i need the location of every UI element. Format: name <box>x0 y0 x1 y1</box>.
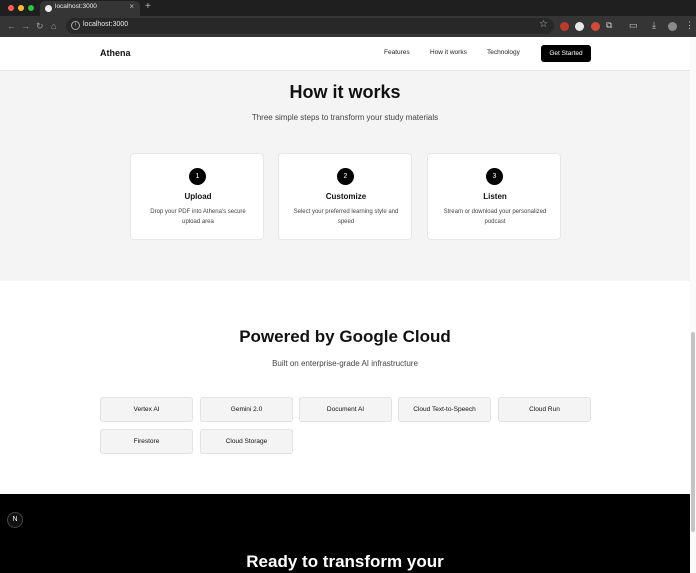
home-icon[interactable]: ⌂ <box>51 21 56 31</box>
step-description: Select your preferred learning style and… <box>293 209 399 225</box>
step-description: Drop your PDF into Athena's secure uploa… <box>150 209 246 225</box>
forward-icon[interactable]: → <box>21 21 30 31</box>
tech-chip-cloud-storage: Cloud Storage <box>200 429 293 454</box>
site-navbar: Athena Features How it works Technology … <box>0 37 690 71</box>
step-title: Customize <box>325 192 367 201</box>
step-number-badge: 2 <box>337 168 354 185</box>
tech-chip-vertex-ai: Vertex AI <box>100 397 193 422</box>
step-card-upload: 1 Upload Drop your PDF into Athena's sec… <box>130 153 264 240</box>
maximize-window-button[interactable] <box>28 5 34 11</box>
close-tab-icon[interactable]: × <box>129 2 134 11</box>
technology-section: Powered by Google Cloud Built on enterpr… <box>0 281 690 494</box>
minimize-window-button[interactable] <box>18 5 24 11</box>
bookmark-star-icon[interactable]: ☆ <box>539 19 548 30</box>
site-info-icon[interactable]: i <box>71 21 80 30</box>
side-panel-icon[interactable]: ▭ <box>629 20 638 31</box>
how-it-works-title: How it works <box>289 82 401 102</box>
browser-menu-icon[interactable]: ⋮ <box>685 20 694 31</box>
step-card-customize: 2 Customize Select your preferred learni… <box>278 153 412 240</box>
tech-chip-gemini: Gemini 2.0 <box>200 397 293 422</box>
step-number-badge: 1 <box>189 168 206 185</box>
browser-tab-bar: localhost:3000 × + <box>0 0 696 16</box>
get-started-button[interactable]: Get Started <box>541 45 591 62</box>
tech-chip-firestore: Firestore <box>100 429 193 454</box>
extension-icon[interactable] <box>560 22 569 31</box>
tech-chip-text-to-speech: Cloud Text-to-Speech <box>398 397 491 422</box>
technology-subtitle: Built on enterprise-grade AI infrastruct… <box>272 359 418 368</box>
step-number-badge: 3 <box>486 168 503 185</box>
reload-icon[interactable]: ↻ <box>36 21 44 32</box>
page-scrollbar[interactable] <box>690 37 696 573</box>
download-icon[interactable]: ⤓ <box>652 20 656 31</box>
step-title: Listen <box>483 192 507 201</box>
cta-section: Ready to transform your <box>0 494 690 573</box>
address-bar[interactable]: i localhost:3000 ☆ <box>66 18 554 34</box>
browser-tab[interactable]: localhost:3000 × <box>40 1 140 16</box>
extension-icon[interactable] <box>591 22 600 31</box>
step-card-listen: 3 Listen Stream or download your persona… <box>427 153 561 240</box>
tech-chip-document-ai: Document AI <box>299 397 392 422</box>
step-title: Upload <box>184 192 212 201</box>
back-icon[interactable]: ← <box>7 21 16 31</box>
how-it-works-subtitle: Three simple steps to transform your stu… <box>251 113 439 122</box>
technology-title: Powered by Google Cloud <box>239 327 451 346</box>
web-page: Athena Features How it works Technology … <box>0 37 690 573</box>
profile-avatar-icon[interactable] <box>668 22 677 31</box>
extensions-puzzle-icon[interactable]: ⧉ <box>606 20 612 31</box>
brand-logo[interactable]: Athena <box>100 48 131 58</box>
nextjs-dev-badge[interactable]: N <box>7 512 23 528</box>
nav-link-features[interactable]: Features <box>384 49 410 56</box>
close-window-button[interactable] <box>8 5 14 11</box>
tech-chip-cloud-run: Cloud Run <box>498 397 591 422</box>
cta-title: Ready to transform your <box>246 552 444 571</box>
new-tab-icon[interactable]: + <box>145 1 151 12</box>
tab-title: localhost:3000 <box>55 3 97 10</box>
scrollbar-thumb[interactable] <box>691 332 695 532</box>
nav-link-how-it-works[interactable]: How it works <box>430 49 467 56</box>
extension-icon[interactable] <box>575 22 584 31</box>
step-description: Stream or download your personalized pod… <box>443 209 547 225</box>
browser-toolbar: ← → ↻ ⌂ i localhost:3000 ☆ ⧉ ▭ ⤓ ⋮ <box>0 16 696 37</box>
nav-link-technology[interactable]: Technology <box>487 49 520 56</box>
address-bar-url: localhost:3000 <box>83 21 129 28</box>
favicon-icon <box>45 5 52 12</box>
